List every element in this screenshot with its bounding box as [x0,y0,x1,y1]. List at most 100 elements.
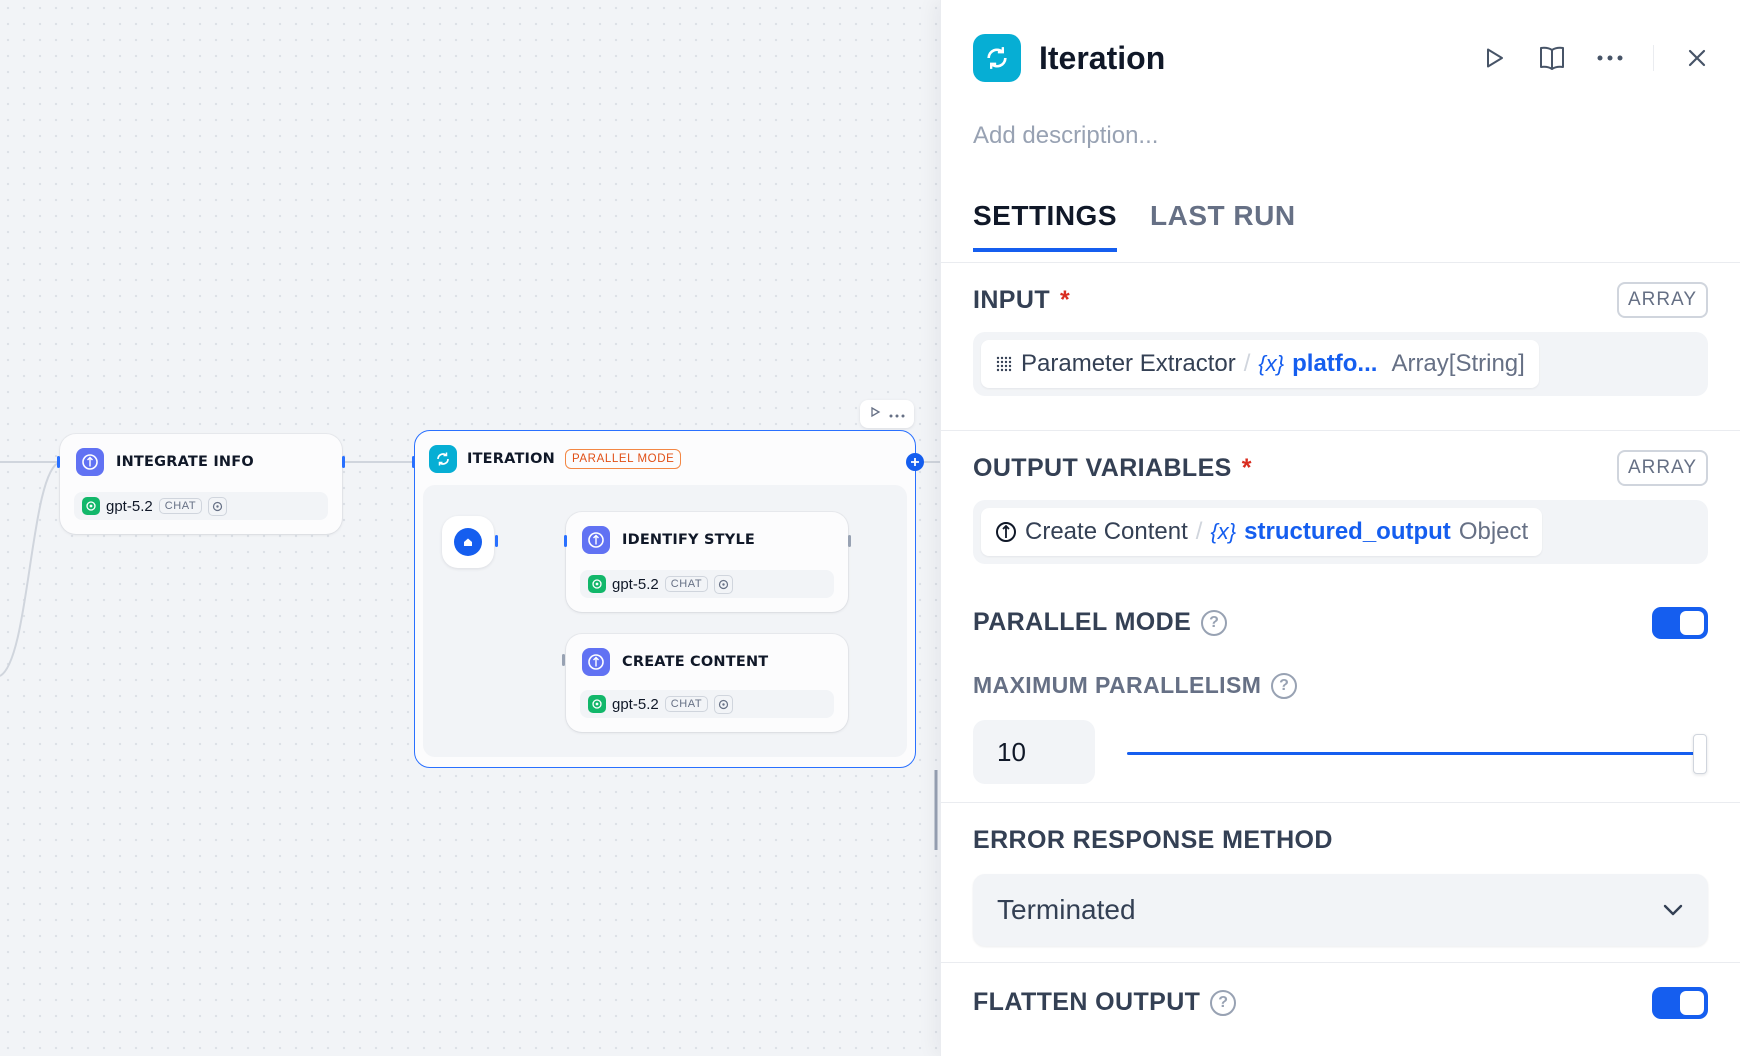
mode-chip: CHAT [158,498,203,514]
workflow-canvas[interactable]: INTEGRATE INFO gpt-5.2 CHAT ITERATION PA… [0,0,940,1056]
add-node-button[interactable] [906,453,924,471]
help-icon[interactable]: ? [1210,989,1237,1016]
model-name: gpt-5.2 [612,575,659,593]
separator: / [1195,518,1203,545]
input-label: INPUT * [973,286,1070,315]
help-icon[interactable]: ? [1271,672,1298,699]
panel-tabs: SETTINGS LAST RUN [973,200,1296,252]
plus-icon [911,458,919,466]
max-parallelism-input[interactable]: 10 [973,720,1095,784]
start-out-handle[interactable] [495,535,498,547]
tabs-divider [941,262,1740,263]
identify-out-handle[interactable] [848,535,851,547]
tab-last-run[interactable]: LAST RUN [1150,200,1296,252]
home-icon [454,528,482,556]
model-settings-icon [714,694,734,714]
model-name: gpt-5.2 [612,695,659,713]
flatten-output-toggle[interactable] [1652,987,1708,1019]
identify-in-handle[interactable] [564,535,567,547]
node-title: ITERATION [467,451,555,467]
create-in-handle[interactable] [562,654,565,666]
input-variable-pill[interactable]: Parameter Extractor / {x} platfo... Arra… [981,340,1539,388]
output-type-badge: ARRAY [1616,450,1708,486]
tab-settings[interactable]: SETTINGS [973,200,1118,252]
input-variable-name: platfo... [1292,350,1378,377]
error-response-select[interactable]: Terminated [973,874,1708,946]
node-integrate-info[interactable]: INTEGRATE INFO gpt-5.2 CHAT [60,434,342,534]
model-selector[interactable]: gpt-5.2 CHAT [580,570,834,598]
openai-icon [588,575,606,593]
panel-title[interactable]: Iteration [1039,40,1165,77]
input-label-text: INPUT [973,286,1050,314]
parallel-mode-badge: PARALLEL MODE [565,449,682,469]
integrate-out-handle[interactable] [342,456,345,468]
flatten-output-text: FLATTEN OUTPUT [973,988,1201,1016]
llm-icon [582,648,610,676]
max-parallelism-text: MAXIMUM PARALLELISM [973,672,1262,698]
output-variable-pill[interactable]: Create Content / {x} structured_output O… [981,508,1543,556]
input-variable-type: Array[String] [1391,350,1525,377]
parallel-mode-label: PARALLEL MODE ? [973,608,1228,637]
model-settings-icon [714,574,734,594]
parallel-mode-toggle[interactable] [1652,607,1708,639]
node-settings-panel: Iteration Add description... SETTINGS LA… [940,0,1740,1056]
node-identify-style[interactable]: IDENTIFY STYLE gpt-5.2 CHAT [566,512,848,612]
openai-icon [82,497,100,515]
llm-icon [76,448,104,476]
panel-header: Iteration [973,34,1712,82]
llm-icon [582,526,610,554]
output-variable-field[interactable]: Create Content / {x} structured_output O… [973,500,1708,564]
error-response-text: ERROR RESPONSE METHOD [973,826,1333,854]
node-title: INTEGRATE INFO [116,454,254,470]
node-title: IDENTIFY STYLE [622,532,755,548]
book-open-icon [1540,46,1564,70]
parallel-mode-text: PARALLEL MODE [973,608,1192,636]
flatten-output-label: FLATTEN OUTPUT ? [973,988,1237,1017]
required-mark: * [1060,286,1071,314]
node-title: CREATE CONTENT [622,654,769,670]
input-source-node: Parameter Extractor [1021,350,1236,377]
more-horizontal-icon [1597,55,1623,61]
error-response-label: ERROR RESPONSE METHOD [973,826,1333,855]
iteration-icon [973,34,1021,82]
model-selector[interactable]: gpt-5.2 CHAT [580,690,834,718]
more-options-button[interactable] [1595,43,1625,73]
header-divider [1653,45,1654,71]
output-label: OUTPUT VARIABLES * [973,454,1252,483]
llm-node-icon [996,522,1016,542]
required-mark: * [1241,454,1252,482]
docs-button[interactable] [1537,43,1567,73]
max-parallelism-label: MAXIMUM PARALLELISM ? [973,672,1298,699]
play-icon [1487,48,1503,68]
chevron-down-icon [1663,904,1683,916]
model-selector[interactable]: gpt-5.2 CHAT [74,492,328,520]
integrate-in-handle[interactable] [57,456,60,468]
section-divider [941,430,1740,431]
output-variable-type: Object [1458,518,1529,545]
section-divider [941,802,1740,803]
close-panel-button[interactable] [1682,43,1712,73]
iteration-in-handle[interactable] [412,456,415,468]
node-toolbar [860,400,914,428]
more-icon[interactable] [889,405,905,423]
input-type-badge: ARRAY [1616,282,1708,318]
run-node-icon[interactable] [869,405,881,423]
iteration-icon [429,445,457,473]
parameter-extractor-icon [996,356,1012,372]
help-icon[interactable]: ? [1201,609,1228,636]
close-icon [1688,49,1706,67]
node-create-content[interactable]: CREATE CONTENT gpt-5.2 CHAT [566,634,848,732]
output-label-text: OUTPUT VARIABLES [973,454,1232,482]
run-step-button[interactable] [1479,43,1509,73]
separator: / [1243,350,1251,377]
description-input[interactable]: Add description... [973,122,1158,150]
max-parallelism-slider-track[interactable] [1127,752,1701,755]
max-parallelism-slider-thumb[interactable] [1693,734,1707,774]
edge-left-curve [0,461,61,677]
iteration-start-node[interactable] [442,516,494,568]
input-variable-field[interactable]: Parameter Extractor / {x} platfo... Arra… [973,332,1708,396]
mode-chip: CHAT [664,576,709,592]
error-response-value: Terminated [997,894,1136,925]
output-source-node: Create Content [1025,518,1188,545]
output-variable-name: structured_output [1244,518,1451,545]
